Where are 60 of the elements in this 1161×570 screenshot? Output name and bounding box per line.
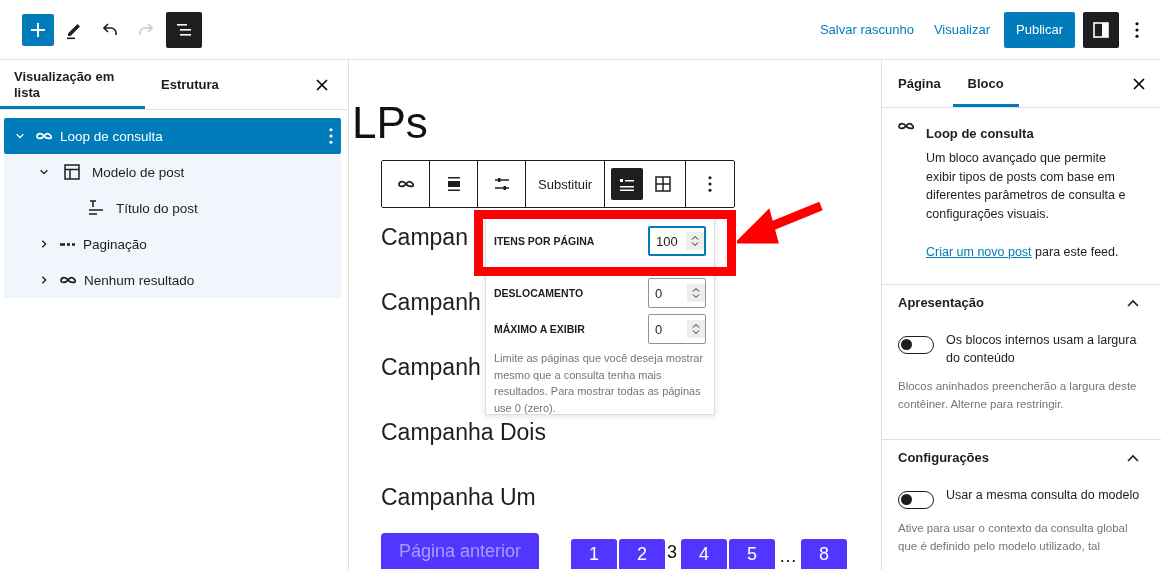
number-field[interactable]: 0 — [648, 278, 706, 308]
tree-item[interactable]: Paginação — [4, 226, 341, 262]
number-field[interactable]: 0 — [648, 314, 706, 344]
spinner-icon — [687, 282, 705, 304]
save-draft-link[interactable]: Salvar rascunho — [809, 16, 924, 43]
page-link[interactable]: 2 — [619, 539, 666, 569]
tree-item[interactable]: Nenhum resultado — [4, 262, 341, 298]
loop-icon — [397, 180, 414, 188]
page-link[interactable]: 5 — [729, 539, 776, 569]
field-label: ITENS POR PÁGINA — [494, 235, 595, 247]
add-button[interactable] — [22, 13, 54, 46]
panel-title[interactable]: Apresentação — [898, 295, 984, 310]
number-field[interactable]: 100 — [648, 226, 706, 256]
block-title: Loop de consulta — [926, 126, 1035, 141]
toggle-label: Os blocos internos usam a largura do conteúdo — [946, 331, 1138, 367]
help-text: Ative para usar o contexto da consulta global que é definido pelo modelo utilizado, tal — [898, 520, 1129, 554]
dashes-icon — [60, 242, 75, 246]
spinner-icon — [687, 318, 705, 340]
tree-item[interactable]: Modelo de post — [4, 154, 341, 190]
page-link[interactable]: 4 — [681, 539, 728, 569]
field-label: MÁXIMO A EXIBIR — [494, 323, 585, 335]
tab[interactable]: Bloco — [952, 60, 1019, 107]
post-title: Campanha Um — [381, 483, 536, 511]
page-link[interactable]: 1 — [571, 539, 618, 569]
spinner-icon — [686, 230, 704, 252]
post-title: Campanh — [381, 288, 481, 316]
tab[interactable]: Visualização em lista — [0, 60, 145, 109]
post-title: Campan — [381, 223, 468, 251]
more-icon — [708, 176, 713, 192]
publish-button[interactable]: Publicar — [1004, 11, 1075, 48]
link-sentence: Criar um novo post para este feed. — [926, 244, 1120, 261]
page-link[interactable]: 8 — [801, 539, 848, 569]
loop-icon — [60, 276, 76, 284]
tree-item[interactable]: Título do post — [4, 190, 341, 226]
panel-title[interactable]: Configurações — [898, 450, 989, 465]
loop-icon — [36, 132, 52, 140]
tree-item[interactable]: Loop de consulta — [4, 118, 341, 154]
help-text: Blocos aninhados preencherão a largura deste contêiner. Alterne para restringir. — [898, 378, 1138, 412]
current-page-number: 3 — [667, 541, 678, 564]
list-view-button[interactable] — [166, 11, 202, 48]
post-title: Campanha Dois — [381, 418, 546, 446]
field-label: DESLOCAMENTO — [494, 287, 584, 299]
toggle-switch[interactable] — [898, 490, 934, 509]
loop-button[interactable] — [382, 161, 430, 207]
ellipsis: … — [778, 546, 799, 566]
block-description: Um bloco avançado que permite exibir tipos de posts com base em diferentes parâmetros de consulta e configurações visuais. — [926, 150, 1126, 223]
help-text: Limite as páginas que você deseja mostrar mesmo que a consulta tenha mais resultados. Para mostrar todas as páginas use 0 (zero). — [494, 351, 705, 416]
more-icon — [1135, 21, 1139, 38]
toggle-switch[interactable] — [898, 335, 934, 354]
tab[interactable]: Página — [886, 60, 953, 107]
toggle-label: Usar a mesma consulta do modelo — [946, 486, 1140, 504]
preview-link[interactable]: Visualizar — [923, 16, 1001, 43]
page-title: LPs — [352, 98, 428, 148]
tab[interactable]: Estrutura — [145, 60, 235, 109]
post-title: Campanh — [381, 353, 481, 381]
more-icon[interactable] — [329, 128, 333, 144]
list-layout-button[interactable] — [611, 168, 644, 200]
loop-icon — [898, 122, 914, 130]
create-post-link[interactable]: Criar um novo post — [926, 245, 1032, 259]
settings-button[interactable] — [1083, 11, 1119, 48]
